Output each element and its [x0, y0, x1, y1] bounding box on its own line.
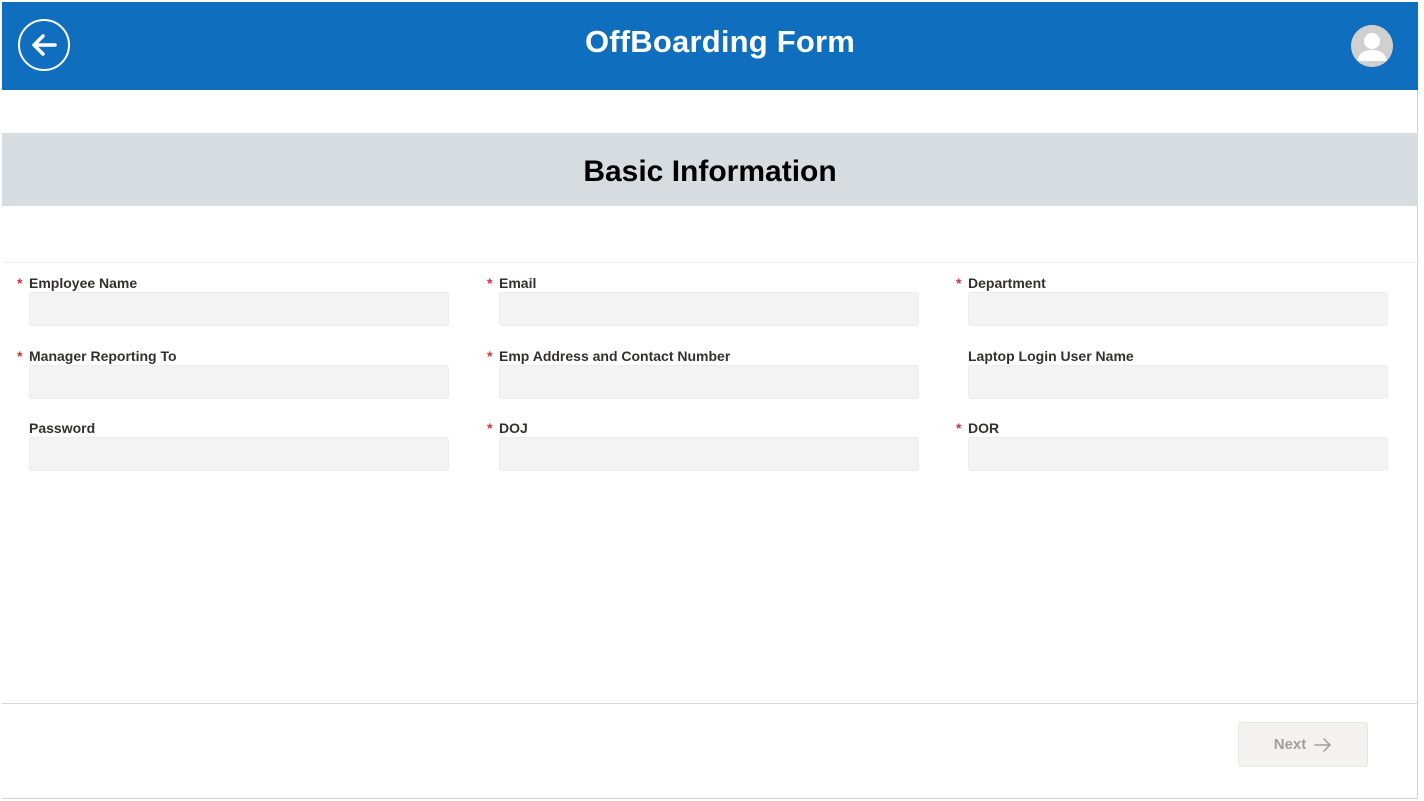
- manager-input[interactable]: [29, 365, 449, 399]
- field-label: Password: [29, 420, 96, 436]
- required-marker: *: [956, 420, 962, 436]
- field-label: Laptop Login User Name: [968, 348, 1134, 364]
- required-marker: *: [17, 348, 23, 364]
- field-label: DOJ: [499, 420, 528, 436]
- dor-input[interactable]: [968, 437, 1388, 471]
- page-title: OffBoarding Form: [584, 24, 856, 59]
- required-marker: *: [17, 275, 23, 291]
- email-input[interactable]: [499, 292, 919, 326]
- field-label: Manager Reporting To: [29, 348, 177, 364]
- next-button-label: Next: [1273, 736, 1307, 753]
- doj-input[interactable]: [499, 437, 919, 471]
- section-header: Basic Information: [2, 133, 1418, 206]
- required-marker: *: [487, 348, 493, 364]
- field-label: DOR: [968, 420, 1000, 436]
- app-frame: OffBoarding Form Basic Information * Emp…: [2, 2, 1418, 799]
- laptop-user-input[interactable]: [968, 365, 1388, 399]
- field-label: Employee Name: [29, 275, 138, 291]
- department-input[interactable]: [968, 292, 1388, 326]
- arrow-right-icon: [1314, 737, 1331, 752]
- password-input[interactable]: [29, 437, 449, 471]
- field-label: Department: [968, 275, 1046, 291]
- required-marker: *: [487, 420, 493, 436]
- section-title: Basic Information: [583, 155, 837, 188]
- user-avatar-icon[interactable]: [1351, 25, 1393, 67]
- required-marker: *: [487, 275, 493, 291]
- required-marker: *: [956, 275, 962, 291]
- app-header: OffBoarding Form: [2, 2, 1418, 90]
- footer-divider: [2, 703, 1418, 704]
- field-label: Emp Address and Contact Number: [499, 348, 731, 364]
- next-button[interactable]: Next: [1238, 722, 1368, 767]
- employee-name-input[interactable]: [29, 292, 449, 326]
- address-contact-input[interactable]: [499, 365, 919, 399]
- field-label: Email: [499, 275, 537, 291]
- person-silhouette-icon: [1351, 25, 1393, 67]
- divider: [2, 262, 1418, 263]
